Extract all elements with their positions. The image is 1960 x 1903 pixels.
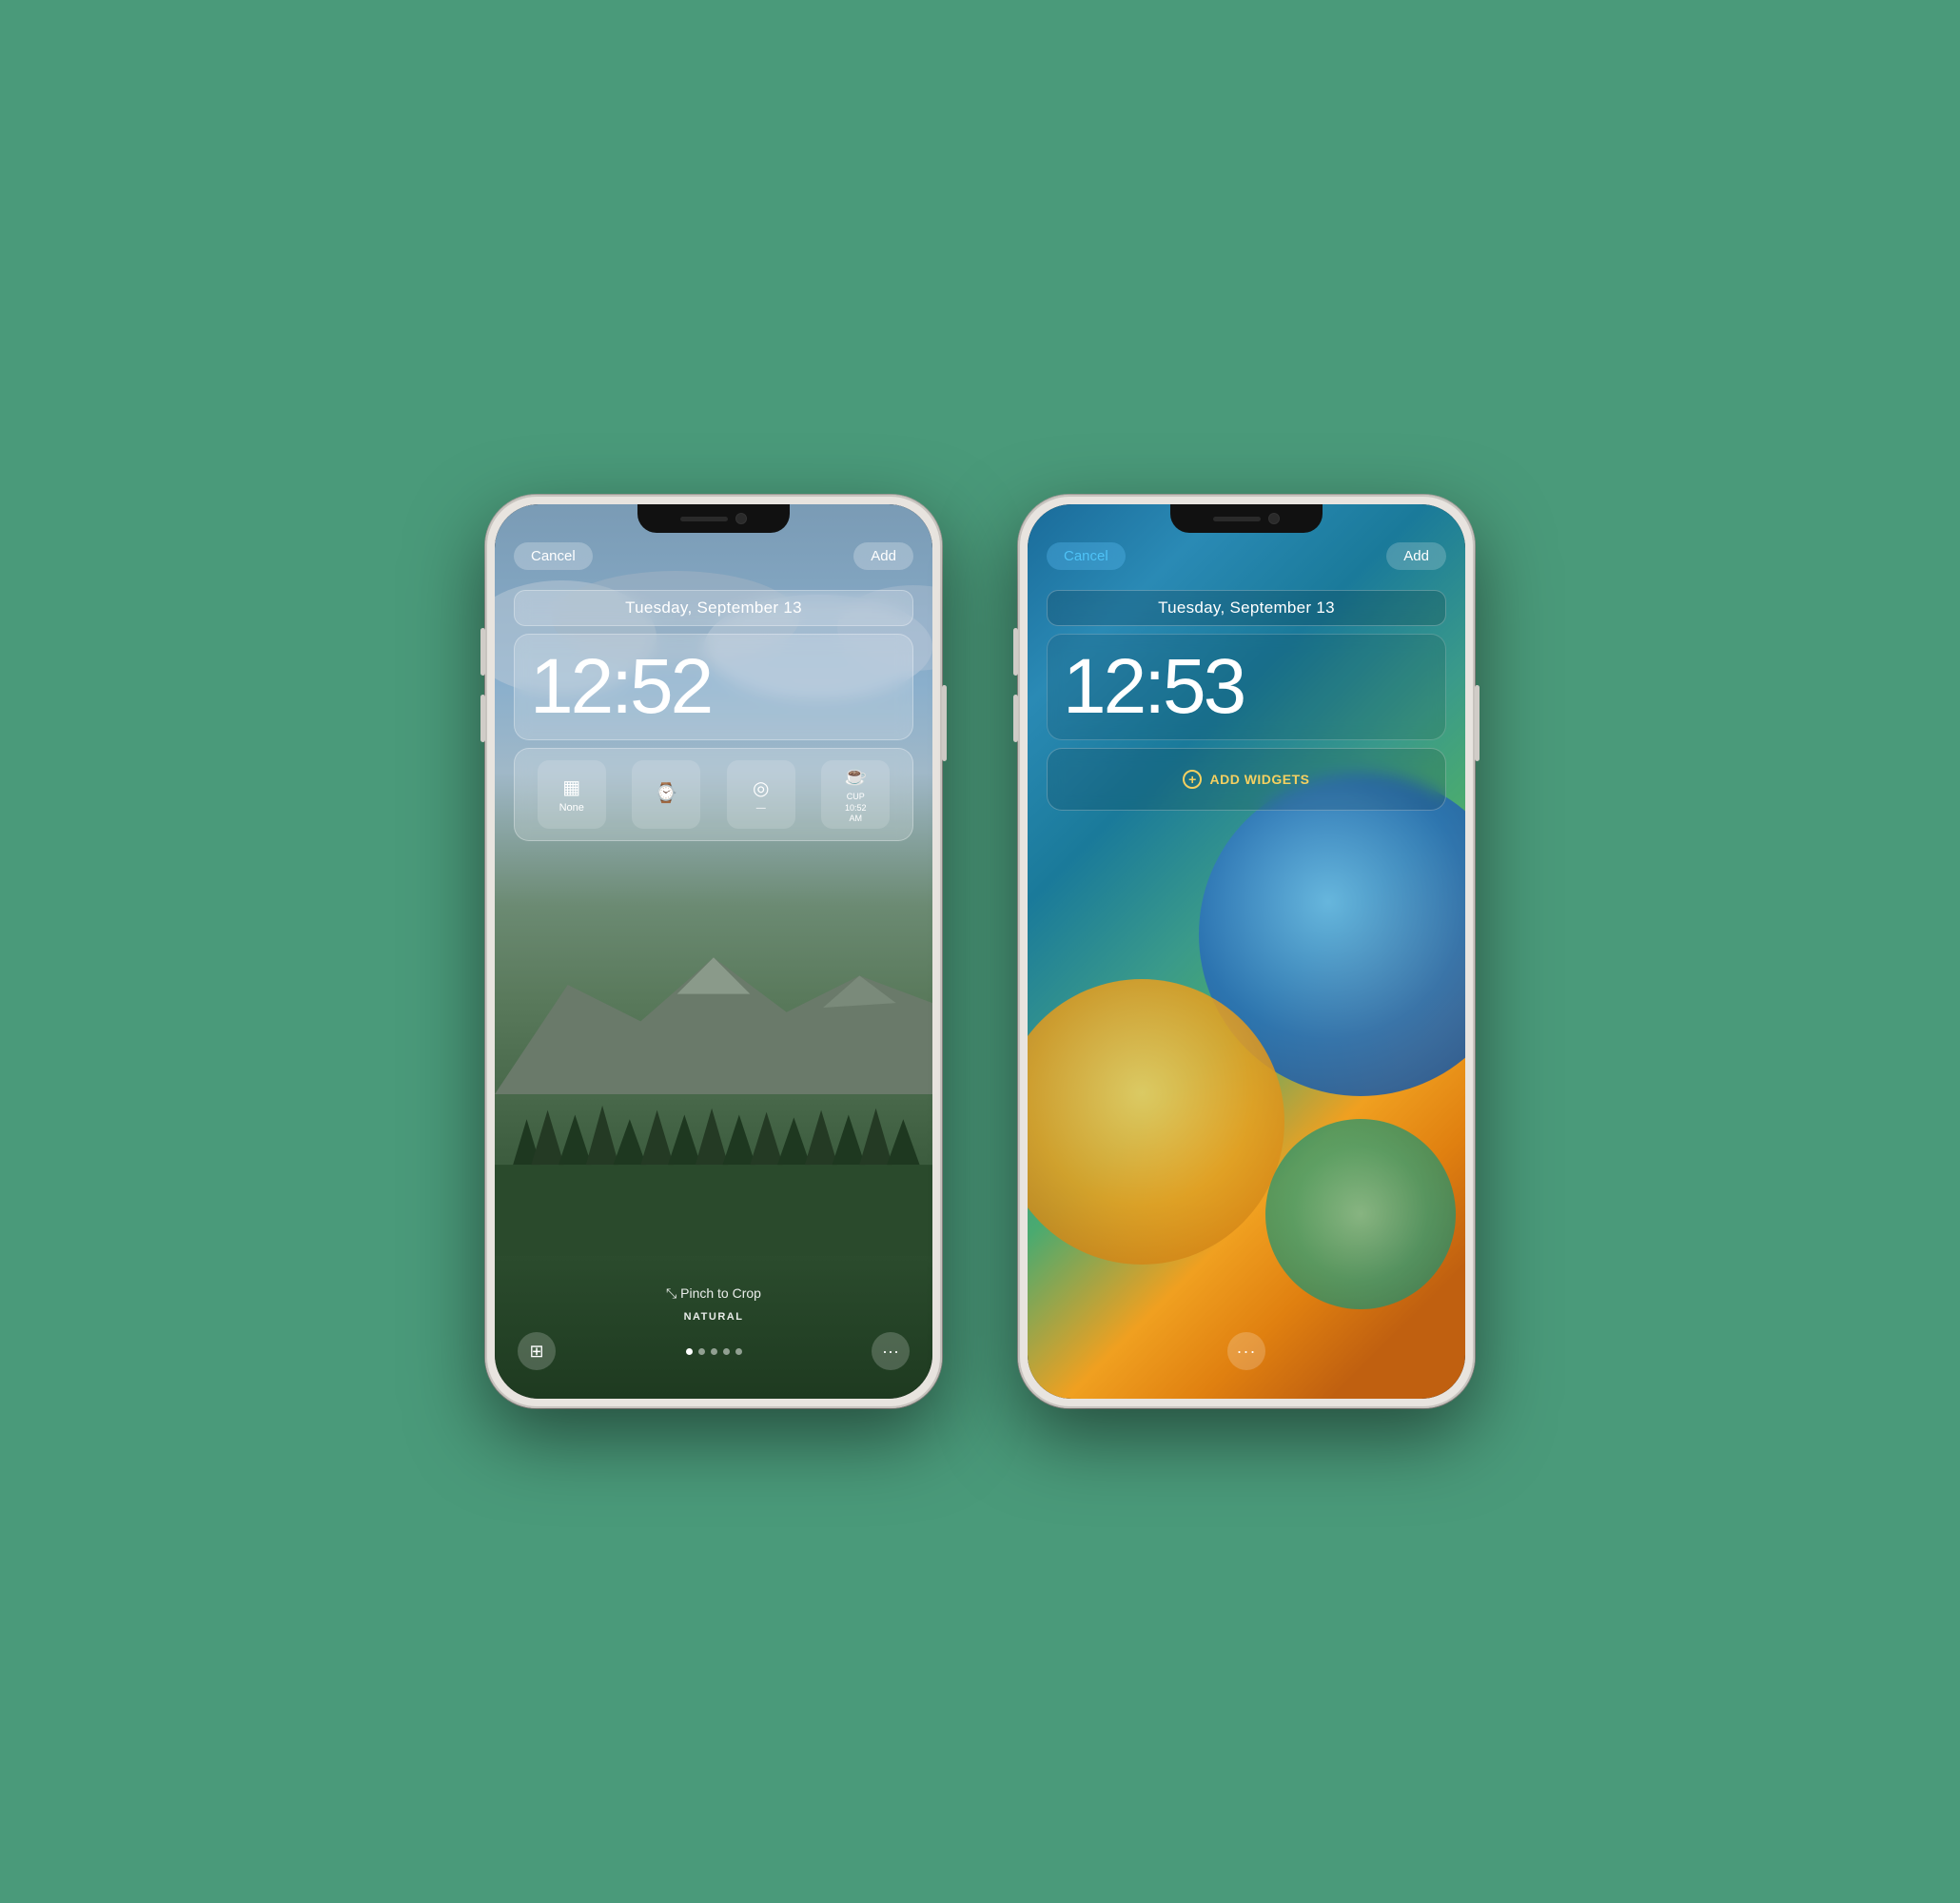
volume-down-button[interactable] xyxy=(1013,695,1018,742)
trees xyxy=(495,1066,932,1256)
dot-5 xyxy=(735,1348,742,1355)
dot-3 xyxy=(711,1348,717,1355)
phone2-top-buttons: Cancel Add xyxy=(1028,542,1465,570)
widgets-row[interactable]: ▦ None ⌚ ◎ — ☕ CUP 10:52 AM xyxy=(514,748,913,841)
widget-cup-icon: ☕ xyxy=(844,764,868,789)
volume-up-button[interactable] xyxy=(480,628,485,676)
phone-2: Cancel Add Tuesday, September 13 12:53 +… xyxy=(1018,495,1475,1408)
date-bar-2: Tuesday, September 13 xyxy=(1047,590,1446,626)
add-button[interactable]: Add xyxy=(1386,542,1446,570)
widget-ring[interactable]: ◎ — xyxy=(727,760,795,829)
dots-row: ⊞ ··· xyxy=(518,1332,910,1370)
dot-2 xyxy=(698,1348,705,1355)
widget-ring-label: — xyxy=(756,803,766,814)
orb-teal xyxy=(1265,1119,1456,1309)
widget-ring-icon: ◎ xyxy=(753,776,769,800)
filter-label: NATURAL xyxy=(518,1311,910,1323)
camera xyxy=(1268,513,1280,524)
phone1-screen: Cancel Add Tuesday, September 13 12:52 ▦ xyxy=(495,504,932,1399)
notch xyxy=(1170,504,1323,533)
speaker xyxy=(680,517,728,521)
phone2-bottom: ··· xyxy=(1028,1332,1465,1370)
add-widgets-label: ADD WIDGETS xyxy=(1209,772,1309,787)
pinch-label: ⤡ Pinch to Crop xyxy=(518,1285,910,1302)
widget-cup-ampm: AM xyxy=(850,814,863,825)
date-text-2: Tuesday, September 13 xyxy=(1158,598,1335,617)
widget-none-label: None xyxy=(559,802,584,814)
time-block-2[interactable]: 12:53 xyxy=(1047,634,1446,740)
more-icon-2: ··· xyxy=(1237,1342,1257,1362)
date-bar: Tuesday, September 13 xyxy=(514,590,913,626)
more-icon: ··· xyxy=(882,1342,899,1362)
volume-down-button[interactable] xyxy=(480,695,485,742)
notch xyxy=(637,504,790,533)
gallery-button[interactable]: ⊞ xyxy=(518,1332,556,1370)
gallery-icon: ⊞ xyxy=(529,1342,543,1362)
more-button-2[interactable]: ··· xyxy=(1227,1332,1265,1370)
more-button[interactable]: ··· xyxy=(872,1332,910,1370)
date-text: Tuesday, September 13 xyxy=(625,598,802,617)
time-display: 12:52 xyxy=(530,648,897,726)
speaker xyxy=(1213,517,1261,521)
phone1-bottom-bar: ⤡ Pinch to Crop NATURAL ⊞ ··· xyxy=(495,1285,932,1399)
widget-none[interactable]: ▦ None xyxy=(538,760,606,829)
phone1-top-buttons: Cancel Add xyxy=(495,542,932,570)
plus-icon: + xyxy=(1183,770,1202,789)
dot-1 xyxy=(686,1348,693,1355)
time-block[interactable]: 12:52 xyxy=(514,634,913,740)
widget-watch-icon: ⌚ xyxy=(655,781,678,805)
cancel-button[interactable]: Cancel xyxy=(1047,542,1126,570)
dot-4 xyxy=(723,1348,730,1355)
phone-1: Cancel Add Tuesday, September 13 12:52 ▦ xyxy=(485,495,942,1408)
cancel-button[interactable]: Cancel xyxy=(514,542,593,570)
power-button[interactable] xyxy=(942,685,947,761)
widget-cup-label: CUP xyxy=(847,792,865,803)
add-button[interactable]: Add xyxy=(853,542,913,570)
phone2-screen: Cancel Add Tuesday, September 13 12:53 +… xyxy=(1028,504,1465,1399)
power-button[interactable] xyxy=(1475,685,1480,761)
widget-none-icon: ▦ xyxy=(562,775,580,799)
camera xyxy=(735,513,747,524)
volume-up-button[interactable] xyxy=(1013,628,1018,676)
widget-cup-time: 10:52 xyxy=(845,803,867,814)
time-display-2: 12:53 xyxy=(1063,648,1430,726)
widget-cup[interactable]: ☕ CUP 10:52 AM xyxy=(821,760,890,829)
add-widgets-button[interactable]: + ADD WIDGETS xyxy=(1047,748,1446,811)
widget-watch[interactable]: ⌚ xyxy=(632,760,700,829)
page-dots xyxy=(686,1348,742,1355)
